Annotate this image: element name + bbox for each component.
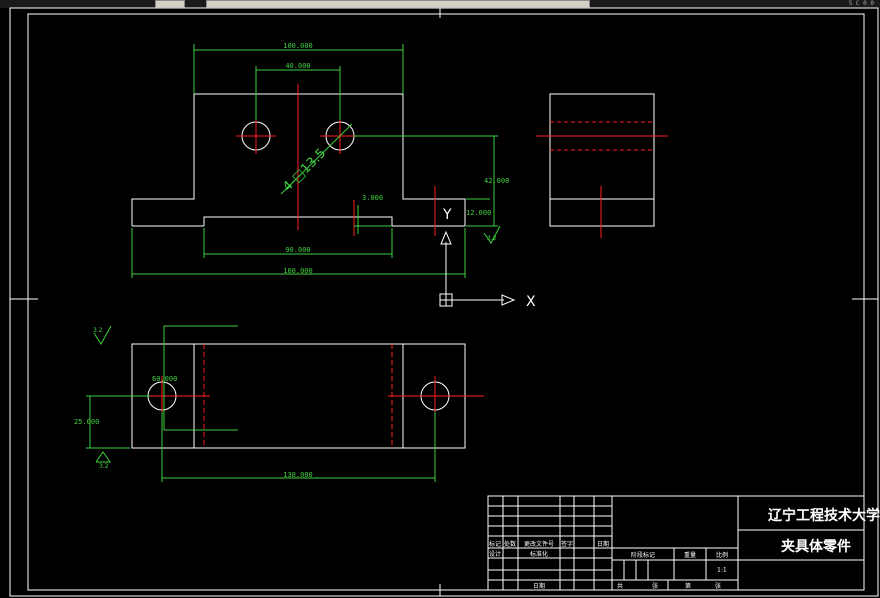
title-rev-date: 日期	[597, 540, 609, 548]
side-view	[536, 93, 668, 238]
title-sheet-label: 第	[685, 582, 691, 590]
roughness-symbol: 3.2	[93, 325, 112, 345]
title-school-name: 辽宁工程技术大学	[768, 507, 880, 524]
title-designer-label: 设计	[489, 550, 501, 558]
front-view	[131, 84, 466, 236]
title-rev-mark: 标记	[489, 540, 501, 548]
title-sheet-count-label: 张	[715, 582, 721, 590]
svg-text:3.2: 3.2	[93, 327, 103, 334]
title-scale-label: 比例	[716, 551, 728, 559]
dim-step-offset: 3.000	[362, 194, 383, 202]
title-rev-count: 处数	[504, 540, 516, 548]
dim-top-width: 100.000	[283, 42, 313, 50]
title-weight-label: 重量	[684, 551, 696, 559]
title-standard-label: 标准化	[530, 550, 548, 558]
dim-right-height: 42.000	[484, 177, 509, 185]
dim-hole-spacing-top: 40.000	[285, 62, 310, 70]
drawing-canvas[interactable]: 100.000 40.000 4-□13.5 42.000 12.000 3.0…	[0, 0, 880, 598]
dim-overall-width: 160.000	[283, 267, 313, 275]
roughness-symbol: 3.2	[95, 451, 111, 470]
svg-text:3.2: 3.2	[487, 235, 497, 242]
dim-hole-offset-bottom: 25.000	[74, 418, 99, 426]
title-total-label: 共	[617, 582, 623, 590]
title-scale-value: 1:1	[717, 567, 727, 574]
dim-step-height: 12.000	[466, 209, 491, 217]
title-part-name: 夹具体零件	[781, 538, 851, 555]
dim-hole-note: 4-□13.5	[280, 146, 329, 195]
title-rev-doc: 更改文件号	[524, 540, 554, 548]
title-stage-label: 阶段标记	[631, 551, 655, 559]
ucs-x-label: X	[526, 294, 536, 310]
roughness-symbol: 3.2	[483, 225, 501, 244]
top-dimension-lines	[86, 325, 436, 482]
top-view	[131, 343, 484, 449]
dim-slot-width: 90.000	[285, 246, 310, 254]
svg-text:3.2: 3.2	[99, 463, 109, 470]
ucs-icon: Y X	[439, 207, 536, 310]
dim-hole-dia-bottom: 60.000	[152, 375, 177, 383]
ucs-y-label: Y	[442, 207, 452, 223]
title-rev-sign: 签字	[561, 540, 573, 548]
outer-frame	[9, 7, 879, 597]
title-check-label: 日期	[533, 582, 545, 590]
title-sheets-label: 张	[652, 582, 658, 590]
dim-hole-spacing-bottom: 130.000	[283, 471, 313, 479]
